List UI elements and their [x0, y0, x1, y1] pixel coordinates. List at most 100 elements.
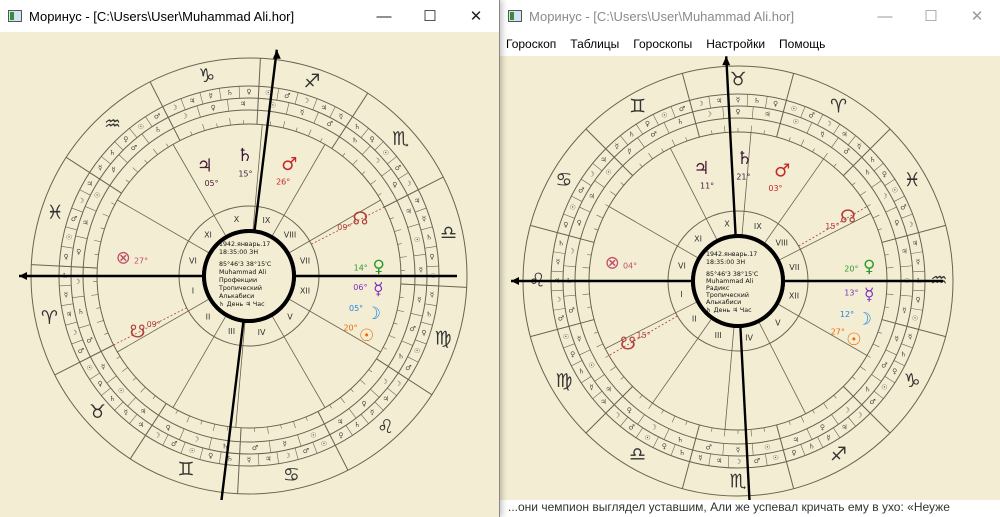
minimize-button[interactable]: —	[862, 0, 908, 32]
degree-tick	[305, 416, 308, 421]
venus-degree: 14°	[354, 264, 368, 273]
menu-tables[interactable]: Таблицы	[570, 37, 619, 51]
degree-tick	[229, 118, 231, 126]
term-tick	[833, 124, 841, 135]
term-glyph-icon: ☿	[916, 258, 920, 266]
degree-tick	[361, 171, 366, 175]
term-tick	[765, 96, 768, 109]
degree-tick	[750, 125, 752, 133]
house-number: VI	[678, 261, 686, 270]
degree-tick	[320, 138, 323, 142]
term-tick	[817, 114, 824, 126]
term-tick	[708, 453, 711, 466]
decan-tick	[563, 265, 576, 268]
maximize-button[interactable]: ☐	[407, 0, 453, 32]
term-glyph-icon: ☿	[422, 215, 426, 223]
decan-glyph-icon: ♄	[398, 353, 404, 361]
house-number: II	[692, 315, 697, 324]
decan-glyph-icon: ♃	[82, 219, 88, 227]
house-number: X	[234, 215, 240, 224]
term-glyph-icon: ☽	[555, 296, 561, 304]
degree-tick	[648, 402, 653, 409]
house-number: V	[775, 319, 781, 328]
decan-tick	[151, 415, 159, 426]
right-horoscope-chart[interactable]: ♒♓♈♉♊♋♌♍♎♏♐♑☉♀♄☿♃☽♂☉♀♄☿♃☽♂☉♀♄☿♃☽♂☉♀♄☿♃☽♂…	[500, 56, 1000, 500]
term-glyph-icon: ♃	[841, 423, 847, 431]
decan-glyph-icon: ♀	[211, 104, 216, 112]
term-glyph-icon: ☉	[772, 454, 778, 462]
degree-tick	[94, 253, 99, 256]
term-tick	[59, 285, 72, 287]
jupiter-icon: ♃	[197, 156, 213, 177]
left-horoscope-chart[interactable]: ♎♏♐♑♒♓♈♉♊♋♌♍☉♀♄☿♃☽♂☉♀♄☿♃☽♂☉♀♄☿♃☽♂☉♀♄☿♃☽♂…	[0, 32, 500, 517]
app-icon	[8, 10, 22, 22]
term-glyph-icon: ♀	[429, 253, 434, 261]
decan-glyph-icon: ☉	[589, 362, 595, 370]
term-tick	[79, 356, 91, 363]
term-glyph-icon: ☿	[339, 113, 343, 121]
term-glyph-icon: ♀	[208, 452, 213, 460]
degree-tick	[697, 130, 700, 138]
decan-glyph-icon: ☽	[843, 406, 849, 414]
decan-glyph-icon: ☽	[381, 378, 387, 386]
term-glyph-icon: ☿	[64, 291, 68, 299]
house-number: IX	[754, 222, 762, 231]
decan-tick	[637, 137, 645, 148]
term-glyph-icon: ♀	[773, 100, 778, 108]
term-glyph-icon: ♀	[421, 329, 426, 337]
decan-tick	[895, 235, 908, 240]
menu-horoscope[interactable]: Гороскоп	[506, 37, 556, 51]
decan-tick	[141, 133, 150, 144]
left-titlebar[interactable]: Моринус - [C:\Users\User\Muhammad Ali.ho…	[0, 0, 499, 32]
virgo-icon: ♍	[434, 328, 451, 350]
degree-tick	[582, 267, 590, 269]
close-button[interactable]: ✕	[453, 0, 499, 32]
fortuna-degree: 27°	[134, 256, 148, 265]
term-glyph-icon: ♀	[662, 442, 667, 450]
term-glyph-icon: ♀	[915, 296, 920, 304]
decan-tick	[179, 428, 185, 440]
degree-tick	[144, 159, 148, 164]
decan-glyph-icon: ☽	[374, 157, 380, 165]
term-glyph-icon: ♀	[563, 221, 568, 229]
degree-tick	[166, 143, 169, 148]
degree-tick	[200, 420, 203, 425]
scorpio-icon: ♏	[729, 471, 746, 493]
house-number: III	[715, 331, 722, 340]
degree-tick	[280, 424, 282, 429]
maximize-button[interactable]: ☐	[908, 0, 954, 32]
degree-tick	[823, 153, 828, 160]
decan-glyph-icon: ☿	[419, 266, 423, 274]
decan-tick	[779, 438, 784, 451]
minimize-button[interactable]: —	[361, 0, 407, 32]
degree-tick	[267, 426, 269, 434]
house-cusp	[271, 144, 326, 238]
menu-settings[interactable]: Настройки	[706, 37, 765, 51]
term-glyph-icon: ♂	[303, 447, 309, 455]
north-node-icon: ☊	[352, 208, 368, 229]
degree-tick	[620, 182, 625, 186]
term-tick	[553, 308, 566, 311]
term-glyph-icon: ♀	[882, 171, 887, 179]
menu-horoscopes[interactable]: Гороскопы	[633, 37, 692, 51]
decan-glyph-icon: ☉	[310, 431, 316, 439]
term-tick	[162, 434, 169, 446]
fortuna-degree: 04°	[623, 261, 637, 270]
chart-name: Muhammad Ali	[219, 269, 266, 276]
close-button[interactable]: ✕	[954, 0, 1000, 32]
decan-tick	[831, 414, 839, 425]
menu-help[interactable]: Помощь	[779, 37, 825, 51]
degree-tick	[308, 129, 312, 137]
chart-house-system: Профекции	[219, 277, 257, 284]
degree-tick	[393, 322, 398, 325]
decan-glyph-icon: ♃	[405, 208, 411, 216]
jupiter-degree: 05°	[204, 179, 218, 188]
term-glyph-icon: ☿	[826, 434, 830, 442]
right-titlebar[interactable]: Моринус - [C:\Users\User\Muhammad Ali.ho…	[500, 0, 1000, 32]
degree-tick	[620, 376, 625, 380]
term-tick	[765, 453, 768, 466]
degree-tick	[843, 386, 849, 392]
term-tick	[847, 135, 856, 146]
mars-icon: ♂	[774, 161, 790, 182]
degree-tick	[788, 420, 791, 425]
